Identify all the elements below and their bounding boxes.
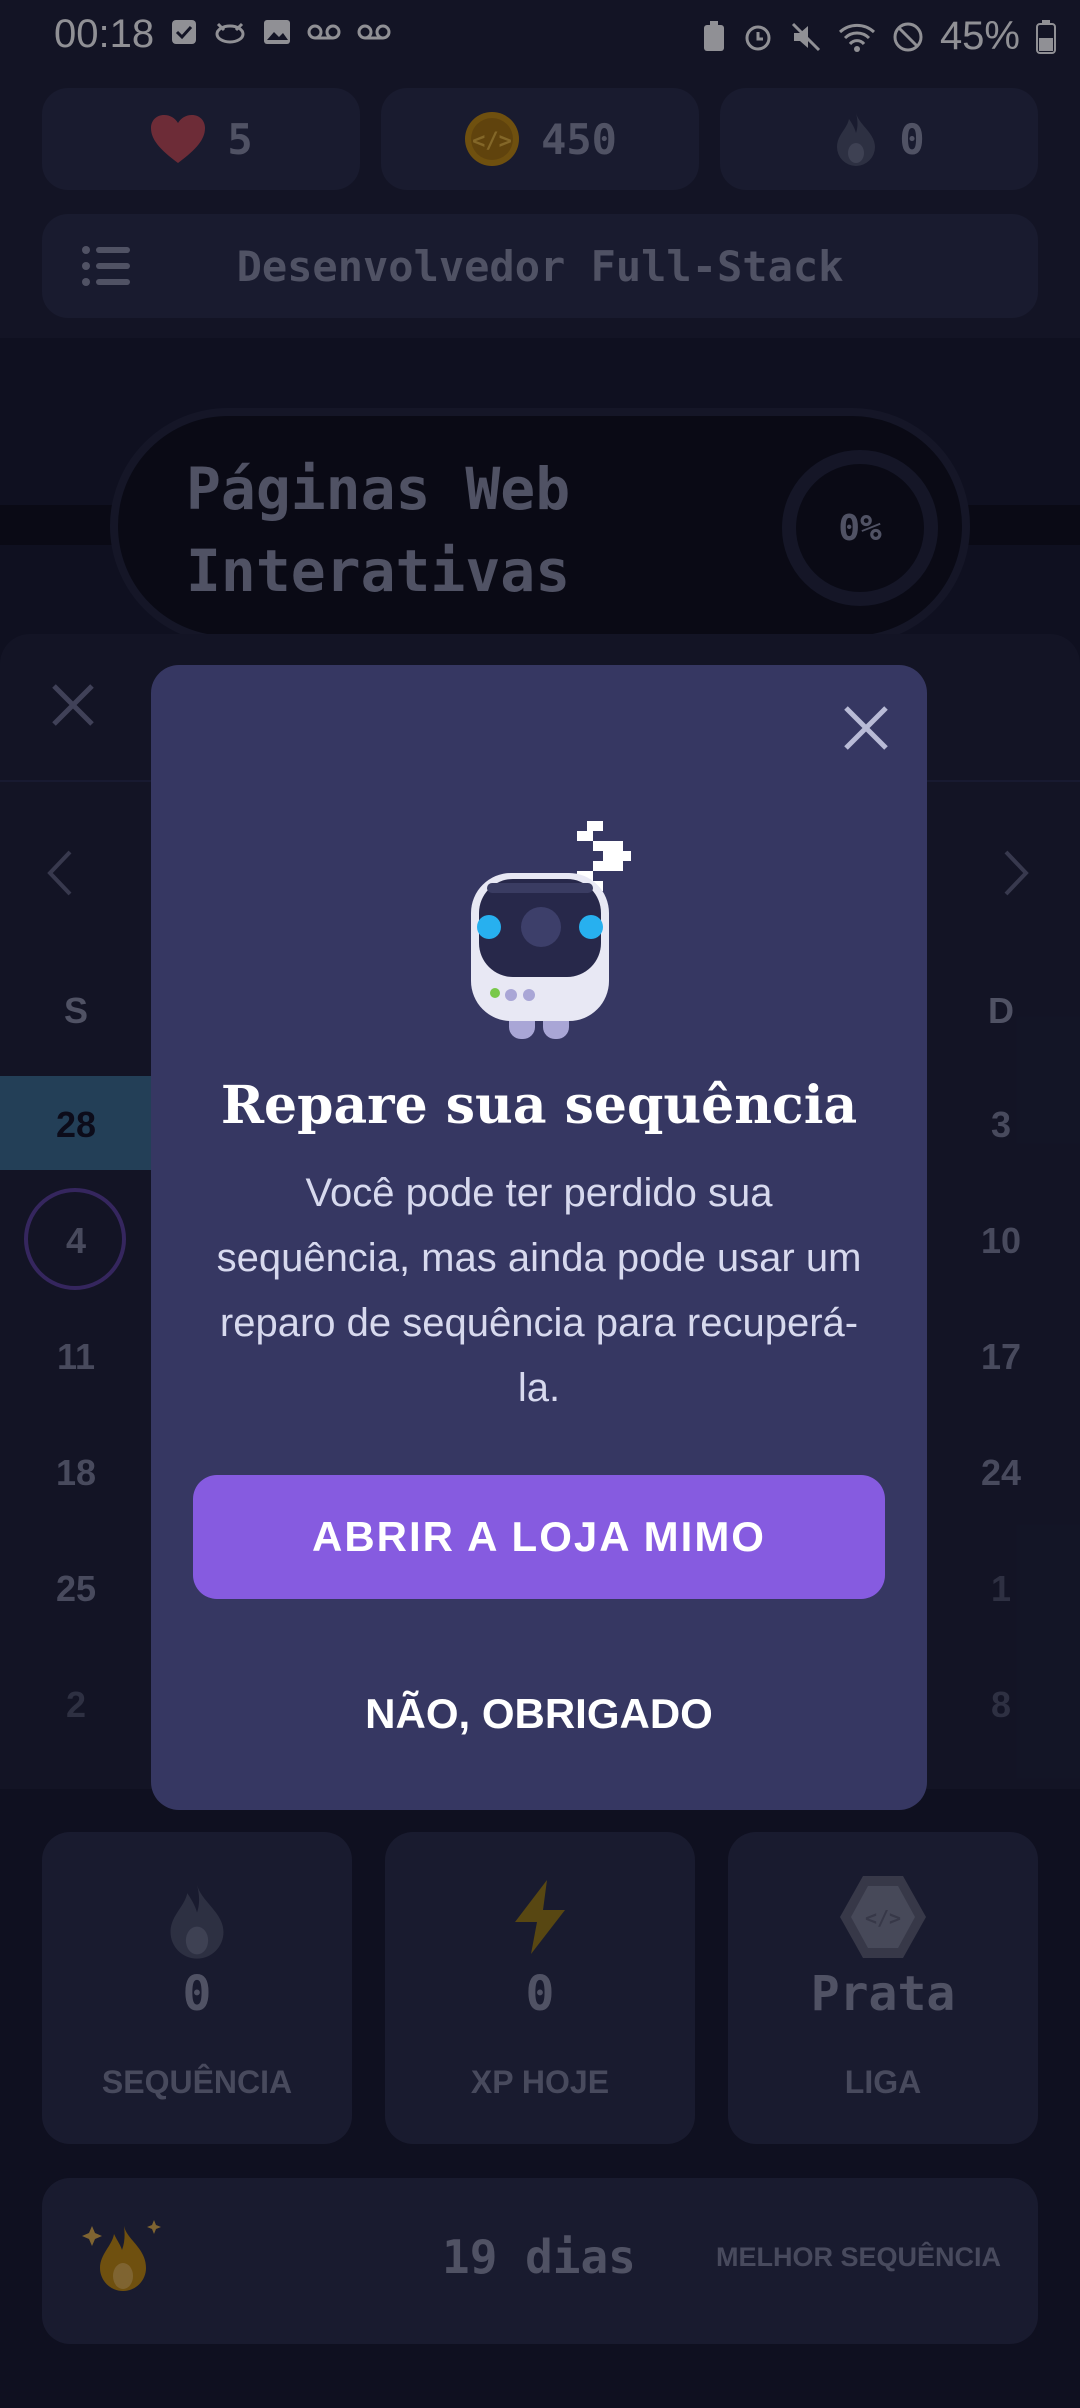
modal-title: Repare sua sequência (220, 1075, 858, 1136)
close-icon[interactable] (841, 703, 891, 753)
open-mimo-store-button[interactable]: ABRIR A LOJA MIMO (193, 1475, 885, 1599)
no-thanks-button[interactable]: NÃO, OBRIGADO (193, 1671, 885, 1757)
robot-mascot-icon (471, 821, 631, 1039)
modal-message: Você pode ter perdido sua sequência, mas… (216, 1171, 862, 1410)
repair-streak-modal: Repare sua sequência Você pode ter perdi… (151, 665, 927, 1810)
